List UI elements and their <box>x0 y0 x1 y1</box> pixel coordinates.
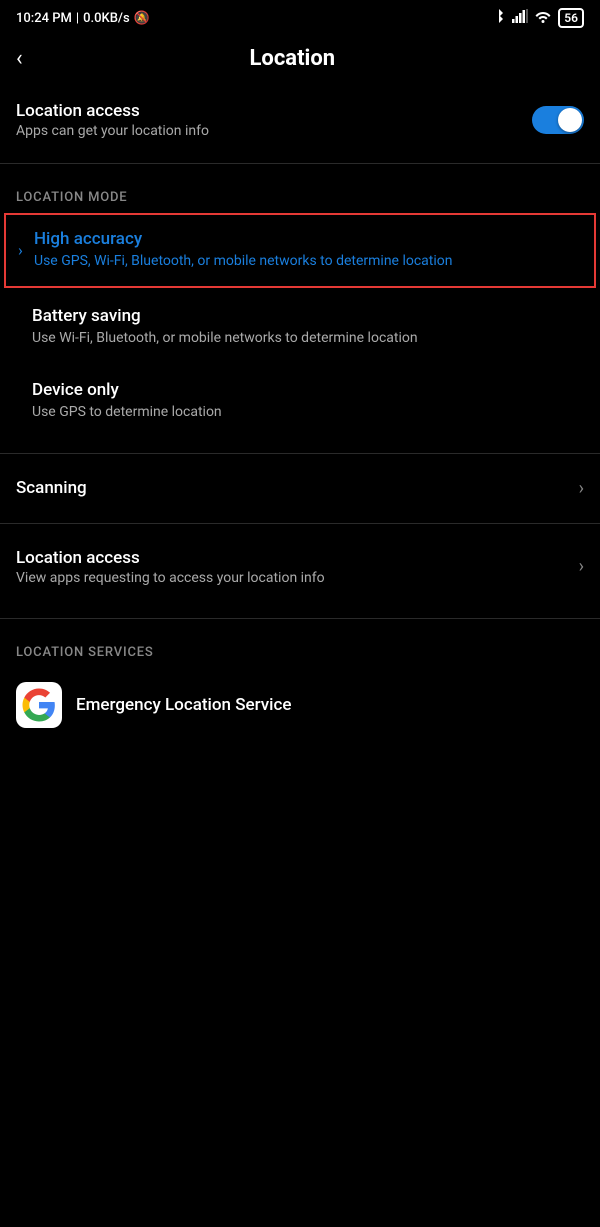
scanning-title: Scanning <box>16 478 87 498</box>
mode-device-only[interactable]: Device only Use GPS to determine locatio… <box>0 366 600 437</box>
page-header: ‹ Location <box>0 32 600 85</box>
separator-2 <box>0 453 600 454</box>
mode-high-accuracy-title: High accuracy <box>34 229 582 249</box>
back-button[interactable]: ‹ <box>16 48 23 70</box>
wifi-icon <box>534 9 552 27</box>
mode-device-only-desc: Use GPS to determine location <box>32 403 584 423</box>
page-title: Location <box>39 46 546 71</box>
signal-icon <box>512 9 528 27</box>
location-access-row: Location access Apps can get your locati… <box>0 85 600 155</box>
mode-battery-saving[interactable]: Battery saving Use Wi-Fi, Bluetooth, or … <box>0 292 600 363</box>
status-right: 56 <box>492 8 584 28</box>
chevron-selected-icon: › <box>18 241 23 260</box>
battery-indicator: 56 <box>558 8 584 28</box>
separator-3 <box>0 523 600 524</box>
location-access-desc: Apps can get your location info <box>16 123 209 139</box>
location-access-nav-item[interactable]: Location access View apps requesting to … <box>0 532 600 602</box>
mode-high-accuracy[interactable]: › High accuracy Use GPS, Wi-Fi, Bluetoot… <box>4 213 596 288</box>
location-services-section-label: LOCATION SERVICES <box>0 627 600 668</box>
mode-battery-saving-title: Battery saving <box>32 306 584 326</box>
location-access-chevron-icon: › <box>579 556 584 577</box>
mode-high-accuracy-desc: Use GPS, Wi-Fi, Bluetooth, or mobile net… <box>34 252 582 272</box>
scanning-nav-item[interactable]: Scanning › <box>0 462 600 515</box>
separator-4 <box>0 618 600 619</box>
mode-device-only-title: Device only <box>32 380 584 400</box>
location-mode-section-label: LOCATION MODE <box>0 172 600 213</box>
status-left: 10:24 PM | 0.0KB/s 🔕 <box>16 11 150 26</box>
scanning-chevron-icon: › <box>579 478 584 499</box>
time-display: 10:24 PM <box>16 11 72 26</box>
location-access-nav-title: Location access <box>16 548 325 568</box>
location-access-text: Location access Apps can get your locati… <box>16 101 209 139</box>
emergency-location-service-name: Emergency Location Service <box>76 695 292 715</box>
location-access-nav-sub: View apps requesting to access your loca… <box>16 570 325 586</box>
mode-battery-saving-desc: Use Wi-Fi, Bluetooth, or mobile networks… <box>32 329 584 349</box>
location-access-toggle[interactable] <box>532 106 584 134</box>
location-access-label: Location access <box>16 101 209 121</box>
mute-icon: 🔕 <box>134 11 150 26</box>
network-speed: | <box>76 11 79 26</box>
emergency-location-service[interactable]: Emergency Location Service <box>0 668 600 742</box>
network-speed-value: 0.0KB/s <box>83 11 130 26</box>
status-bar: 10:24 PM | 0.0KB/s 🔕 <box>0 0 600 32</box>
toggle-knob <box>558 108 582 132</box>
bluetooth-icon <box>492 8 506 28</box>
google-icon <box>16 682 62 728</box>
separator-1 <box>0 163 600 164</box>
